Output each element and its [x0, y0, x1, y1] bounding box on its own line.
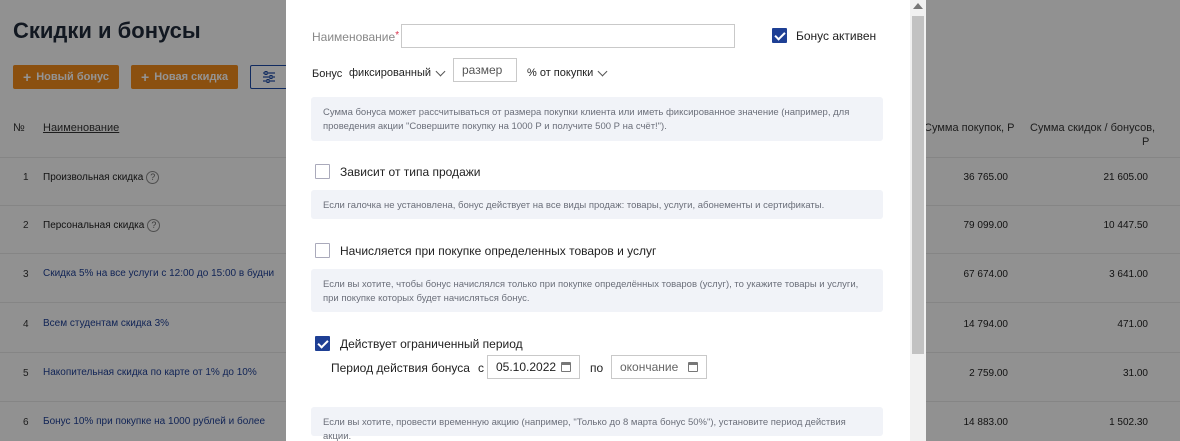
size-placeholder: размер	[462, 63, 503, 77]
limited-period-label: Действует ограниченный период	[340, 337, 523, 351]
bonus-type-select[interactable]: фиксированный	[349, 66, 446, 79]
modal-scrollbar[interactable]	[910, 0, 926, 441]
name-input[interactable]	[401, 24, 735, 48]
size-input[interactable]: размер	[453, 58, 517, 82]
scroll-thumb[interactable]	[912, 16, 924, 354]
limited-period-checkbox[interactable]	[315, 336, 330, 351]
size-unit-select[interactable]: % от покупки	[527, 66, 608, 79]
end-date-placeholder: окончание	[620, 360, 679, 374]
size-unit-value: % от покупки	[527, 67, 594, 79]
info-period: Если вы хотите, провести временную акцию…	[311, 407, 883, 441]
to-label: по	[590, 361, 604, 375]
info-specific-goods: Если вы хотите, чтобы бонус начислялся т…	[311, 269, 883, 312]
bonus-label: Бонус	[312, 68, 343, 80]
start-date-value: 05.10.2022	[496, 360, 557, 374]
specific-goods-checkbox[interactable]	[315, 243, 330, 258]
calendar-icon[interactable]	[688, 362, 698, 372]
name-label: Наименование*	[312, 30, 399, 44]
start-date-input[interactable]: 05.10.2022	[487, 355, 580, 379]
info-sale-type: Если галочка не установлена, бонус дейст…	[311, 190, 883, 219]
end-date-input[interactable]: окончание	[611, 355, 707, 379]
depends-sale-type-checkbox[interactable]	[315, 164, 330, 179]
chevron-down-icon	[435, 66, 446, 76]
calendar-icon[interactable]	[561, 362, 571, 372]
period-label: Период действия бонуса	[331, 361, 470, 375]
name-label-text: Наименование	[312, 30, 396, 44]
depends-sale-type-label: Зависит от типа продажи	[340, 165, 481, 179]
chevron-down-icon	[597, 66, 608, 76]
required-mark: *	[395, 30, 400, 41]
scroll-up-icon[interactable]	[913, 3, 923, 9]
bonus-active-label: Бонус активен	[796, 29, 877, 43]
from-label: с	[478, 361, 484, 375]
info-bonus-sum: Сумма бонуса может рассчитываться от раз…	[311, 97, 883, 141]
bonus-active-checkbox[interactable]	[772, 28, 787, 43]
specific-goods-label: Начисляется при покупке определенных тов…	[340, 244, 657, 258]
bonus-type-value: фиксированный	[349, 67, 432, 79]
